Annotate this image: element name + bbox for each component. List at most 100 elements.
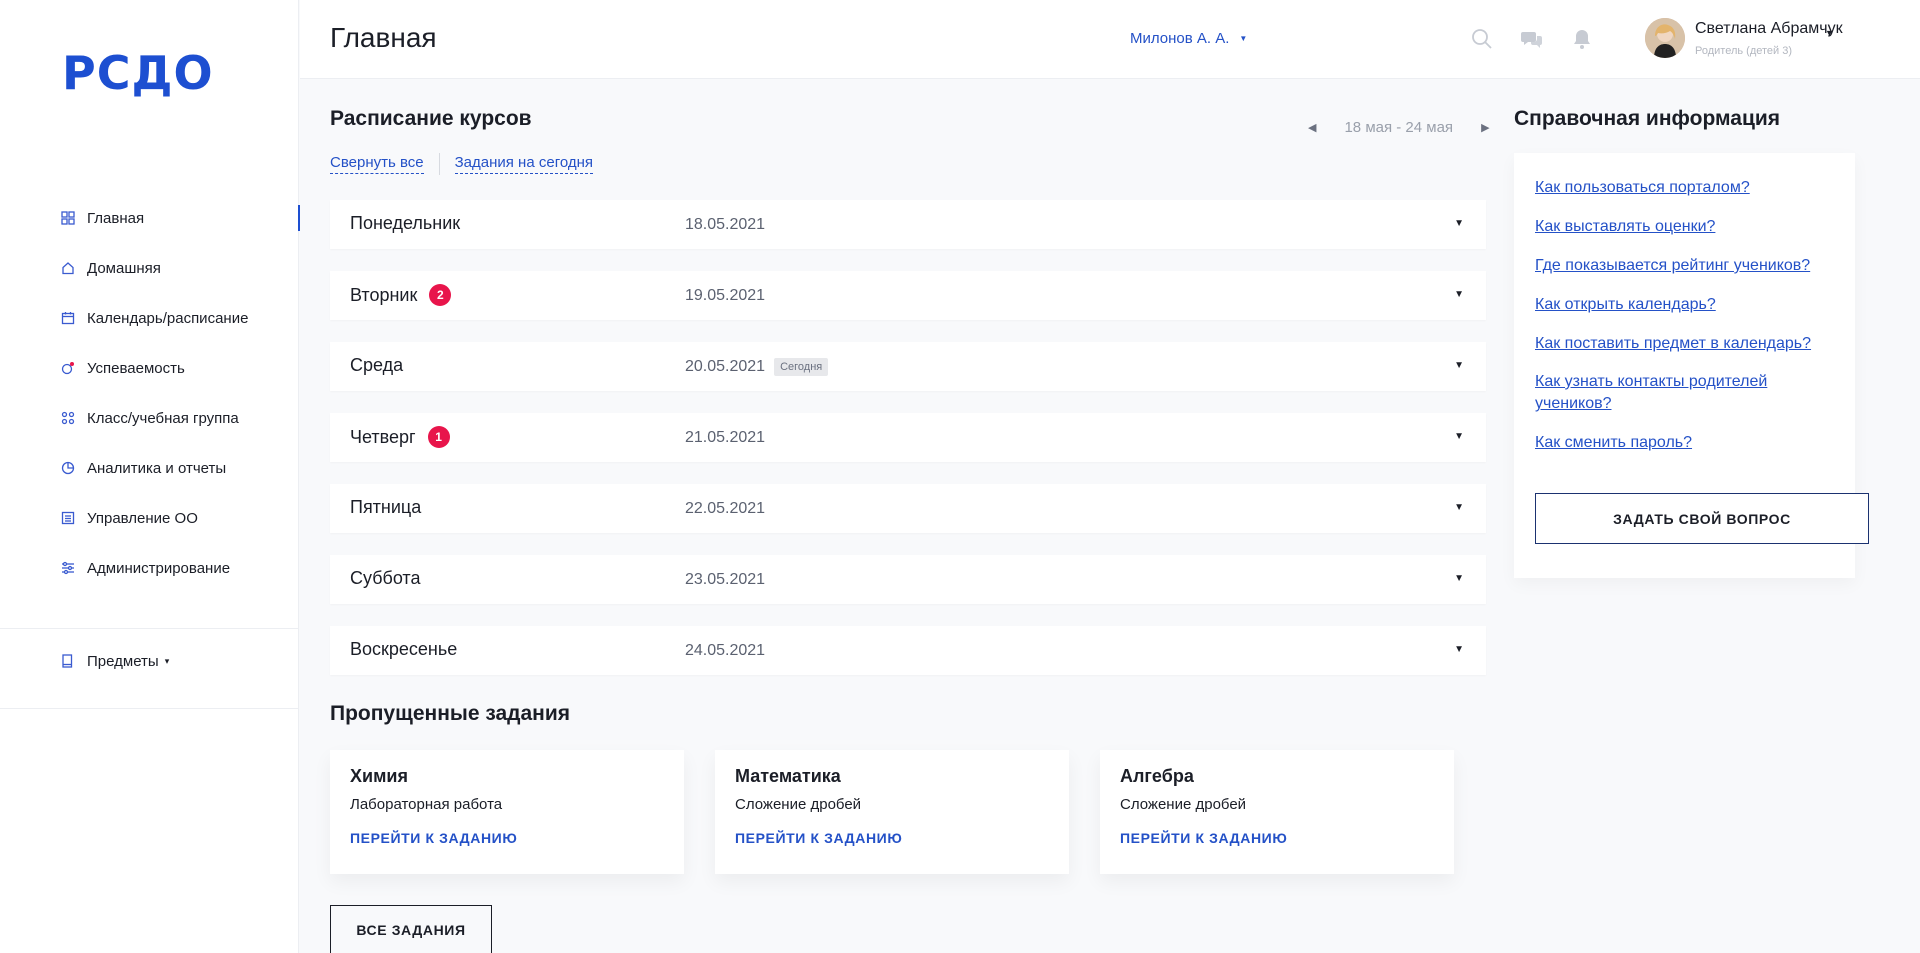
sidebar-item-progress[interactable]: Успеваемость xyxy=(0,343,299,393)
group-icon xyxy=(60,410,76,426)
missed-tasks-title: Пропущенные задания xyxy=(330,702,571,725)
day-name-text: Вторник xyxy=(350,284,418,305)
week-range: 18 мая - 24 мая xyxy=(1344,119,1454,136)
day-date: 21.05.2021 xyxy=(685,429,766,446)
go-to-task-link[interactable]: ПЕРЕЙТИ К ЗАДАНИЮ xyxy=(1120,830,1287,846)
chevron-down-icon: ▼ xyxy=(1239,34,1248,43)
sidebar-item-admin[interactable]: Администрирование xyxy=(0,543,299,593)
sidebar-item-calendar[interactable]: Календарь/расписание xyxy=(0,293,299,343)
divider xyxy=(438,153,440,175)
avatar[interactable] xyxy=(1645,18,1685,58)
day-name: Четверг 1 xyxy=(350,426,450,448)
child-select[interactable]: Милонов А. А. ▼ xyxy=(1130,30,1247,47)
sidebar-item-homework[interactable]: Домашняя xyxy=(0,243,299,293)
sidebar-item-label: Успеваемость xyxy=(87,359,185,377)
week-navigator: ◀ 18 мая - 24 мая ▶ xyxy=(1308,119,1490,136)
help-link[interactable]: Как открыть календарь? xyxy=(1535,294,1835,316)
subjects-dropdown[interactable]: Предметы ▾ xyxy=(60,653,169,670)
sidebar-item-home[interactable]: Главная xyxy=(0,193,300,243)
expand-icon[interactable]: ▼ xyxy=(1454,644,1464,655)
user-name[interactable]: Светлана Абрамчук xyxy=(1695,20,1843,38)
task-description: Лабораторная работа xyxy=(350,796,503,813)
calendar-icon xyxy=(60,310,76,326)
day-date: 20.05.2021 Сегодня xyxy=(685,358,829,376)
bell-icon[interactable] xyxy=(1570,27,1594,51)
help-link[interactable]: Как поставить предмет в календарь? xyxy=(1535,333,1835,355)
go-to-task-link[interactable]: ПЕРЕЙТИ К ЗАДАНИЮ xyxy=(350,830,517,846)
subjects-label: Предметы xyxy=(87,653,159,670)
expand-icon[interactable]: ▼ xyxy=(1454,431,1464,442)
expand-icon[interactable]: ▼ xyxy=(1454,502,1464,513)
sidebar-item-label: Администрирование xyxy=(87,559,231,577)
sidebar-item-label: Домашняя xyxy=(87,259,161,277)
sidebar-item-analytics[interactable]: Аналитика и отчеты xyxy=(0,443,299,493)
sidebar-item-label: Управление ОО xyxy=(87,509,198,527)
sidebar-item-management[interactable]: Управление ОО xyxy=(0,493,299,543)
task-subject: Химия xyxy=(350,766,408,786)
sidebar-item-class[interactable]: Класс/учебная группа xyxy=(0,393,299,443)
expand-icon[interactable]: ▼ xyxy=(1454,573,1464,584)
day-name-text: Воскресенье xyxy=(350,639,458,659)
sidebar-divider xyxy=(0,708,299,709)
help-link[interactable]: Как узнать контакты родителей учеников? xyxy=(1535,371,1825,415)
day-name-text: Суббота xyxy=(350,568,421,588)
ask-question-button[interactable]: ЗАДАТЬ СВОЙ ВОПРОС xyxy=(1535,493,1869,544)
expand-icon[interactable]: ▼ xyxy=(1454,218,1464,229)
help-link[interactable]: Как выставлять оценки? xyxy=(1535,216,1835,238)
sidebar-item-label: Класс/учебная группа xyxy=(87,409,239,427)
day-row-thursday[interactable]: Четверг 1 21.05.2021 ▼ xyxy=(330,413,1486,462)
prev-week-icon[interactable]: ◀ xyxy=(1308,121,1316,134)
expand-icon[interactable]: ▼ xyxy=(1454,360,1464,371)
day-date: 18.05.2021 xyxy=(685,216,766,233)
sidebar-divider xyxy=(0,628,299,629)
day-date: 19.05.2021 xyxy=(685,287,766,304)
task-description: Сложение дробей xyxy=(735,796,862,813)
chat-icon[interactable] xyxy=(1520,27,1544,51)
chevron-down-icon: ▾ xyxy=(164,656,170,666)
day-row-tuesday[interactable]: Вторник 2 19.05.2021 ▼ xyxy=(330,271,1486,320)
sidebar-item-label: Аналитика и отчеты xyxy=(87,459,227,477)
day-name-text: Четверг xyxy=(350,426,416,447)
chart-pie-icon xyxy=(60,460,76,476)
main-nav: Главная Домашняя Календарь/расписание Ус… xyxy=(0,193,300,593)
sidebar-item-label: Главная xyxy=(87,209,145,227)
sidebar: РСДО Главная Домашняя Календарь/расписан… xyxy=(0,0,300,953)
book-icon xyxy=(60,653,76,670)
child-select-value: Милонов А. А. xyxy=(1130,30,1230,47)
day-date: 24.05.2021 xyxy=(685,642,766,659)
day-row-sunday[interactable]: Воскресенье 24.05.2021 ▼ xyxy=(330,626,1486,675)
today-tag: Сегодня xyxy=(774,358,829,376)
task-subject: Математика xyxy=(735,766,841,786)
schedule-title: Расписание курсов xyxy=(330,107,532,130)
day-name: Суббота xyxy=(350,568,421,589)
day-name: Вторник 2 xyxy=(350,284,452,306)
expand-icon[interactable]: ▼ xyxy=(1454,289,1464,300)
schedule-links: Свернуть все Задания на сегодня xyxy=(330,153,594,175)
day-name: Пятница xyxy=(350,497,421,518)
day-name: Воскресенье xyxy=(350,639,457,660)
next-week-icon[interactable]: ▶ xyxy=(1481,121,1489,134)
all-tasks-button[interactable]: ВСЕ ЗАДАНИЯ xyxy=(330,905,492,953)
day-row-friday[interactable]: Пятница 22.05.2021 ▼ xyxy=(330,484,1486,533)
list-icon xyxy=(60,510,76,526)
day-date: 23.05.2021 xyxy=(685,571,766,588)
task-card: Химия Лабораторная работа ПЕРЕЙТИ К ЗАДА… xyxy=(330,750,684,874)
day-row-wednesday[interactable]: Среда 20.05.2021 Сегодня ▼ xyxy=(330,342,1486,391)
day-name-text: Пятница xyxy=(350,497,422,517)
search-icon[interactable] xyxy=(1470,27,1494,51)
today-tasks-link[interactable]: Задания на сегодня xyxy=(454,154,594,174)
help-link[interactable]: Как пользоваться порталом? xyxy=(1535,177,1835,199)
day-row-monday[interactable]: Понедельник 18.05.2021 ▼ xyxy=(330,200,1486,249)
day-row-saturday[interactable]: Суббота 23.05.2021 ▼ xyxy=(330,555,1486,604)
task-subject: Алгебра xyxy=(1120,766,1194,786)
notification-badge: 2 xyxy=(429,284,452,306)
help-link[interactable]: Где показывается рейтинг учеников? xyxy=(1535,255,1835,277)
collapse-all-link[interactable]: Свернуть все xyxy=(330,154,424,174)
app-logo[interactable]: РСДО xyxy=(62,46,214,100)
task-card: Математика Сложение дробей ПЕРЕЙТИ К ЗАД… xyxy=(715,750,1069,874)
go-to-task-link[interactable]: ПЕРЕЙТИ К ЗАДАНИЮ xyxy=(735,830,902,846)
home-icon xyxy=(60,260,76,276)
chevron-down-icon[interactable]: ▼ xyxy=(1825,28,1834,38)
help-link[interactable]: Как сменить пароль? xyxy=(1535,432,1835,454)
top-header: Главная Милонов А. А. ▼ Светлана Абрамчу… xyxy=(300,0,1920,79)
